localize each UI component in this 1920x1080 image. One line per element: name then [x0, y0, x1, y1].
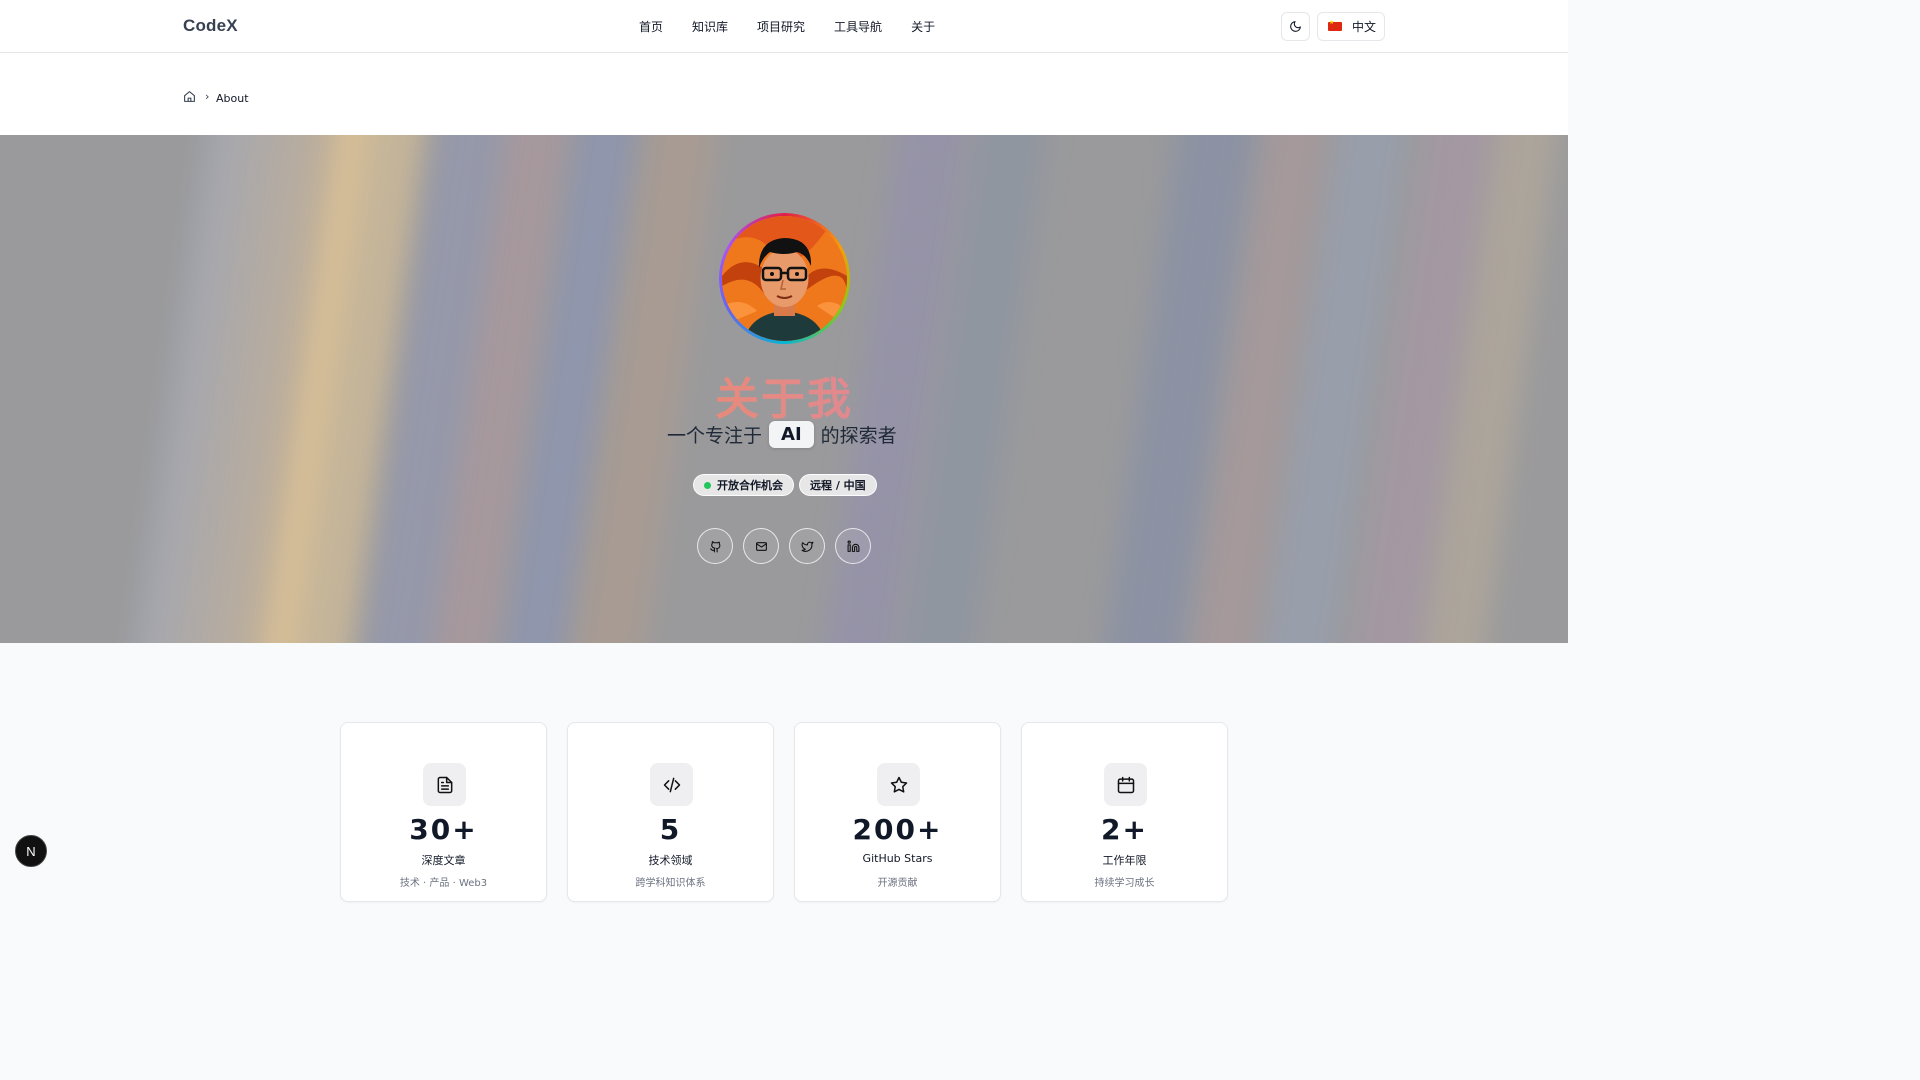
email-link[interactable] [743, 528, 779, 564]
breadcrumb-current: About [216, 92, 249, 105]
stat-card-domains: 5 技术领域 跨学科知识体系 [567, 722, 774, 902]
github-link[interactable] [697, 528, 733, 564]
nav-item-about[interactable]: 关于 [911, 18, 935, 35]
document-icon [423, 763, 466, 806]
stat-value: 2+ [1101, 813, 1148, 846]
star-icon [877, 763, 920, 806]
main-nav: 首页 知识库 项目研究 工具导航 关于 [639, 18, 964, 35]
nav-item-knowledge-base[interactable]: 知识库 [692, 18, 728, 35]
page-title: 关于我 [0, 363, 1568, 427]
location-label: 远程 / 中国 [810, 479, 866, 492]
stat-value: 30+ [409, 813, 478, 846]
chevron-right-icon: › [205, 90, 210, 103]
language-label: 中文 [1352, 20, 1377, 34]
status-dot-icon [704, 481, 711, 489]
linkedin-icon [847, 540, 859, 552]
stat-description: 持续学习成长 [1094, 878, 1155, 889]
nav-item-tool-navigation[interactable]: 工具导航 [834, 18, 882, 35]
stat-description: 技术 · 产品 · Web3 [399, 878, 488, 889]
stat-value: 200+ [852, 813, 943, 846]
stat-card-years: 2+ 工作年限 持续学习成长 [1021, 722, 1228, 902]
theme-toggle-button[interactable] [1281, 12, 1310, 41]
stat-label: 技术领域 [648, 854, 693, 867]
linkedin-link[interactable] [835, 528, 871, 564]
stat-description: 开源贡献 [877, 878, 918, 889]
avatar [719, 213, 850, 344]
twitter-icon [801, 541, 813, 552]
mail-icon [755, 541, 767, 551]
hero-content: 关于我 一个专注于 AI 的探索者 开放合作机会 远程 / 中国 [0, 135, 1568, 643]
stat-label: 工作年限 [1102, 854, 1147, 867]
github-icon [709, 540, 720, 552]
hero-section: 关于我 一个专注于 AI 的探索者 开放合作机会 远程 / 中国 [0, 135, 1568, 643]
hero-subtitle: 一个专注于 AI 的探索者 [667, 421, 897, 448]
stat-card-github-stars: 200+ GitHub Stars 开源贡献 [794, 722, 1001, 902]
china-flag-icon [1328, 19, 1342, 31]
subtitle-suffix: 的探索者 [820, 425, 897, 447]
code-icon [650, 763, 693, 806]
moon-icon [1290, 21, 1301, 32]
location-badge: 远程 / 中国 [799, 474, 877, 496]
stat-label: GitHub Stars [862, 852, 933, 865]
stat-value: 5 [659, 813, 682, 846]
availability-label: 开放合作机会 [717, 479, 783, 492]
nav-item-home[interactable]: 首页 [639, 18, 663, 35]
site-header: CodeX 首页 知识库 项目研究 工具导航 关于 中文 [0, 0, 1568, 53]
stat-description: 跨学科知识体系 [635, 878, 706, 889]
stat-label: 深度文章 [421, 854, 466, 867]
subtitle-prefix: 一个专注于 [667, 425, 763, 447]
nav-item-project-research[interactable]: 项目研究 [757, 18, 805, 35]
home-icon[interactable] [183, 90, 196, 103]
availability-badge: 开放合作机会 [693, 474, 794, 496]
subtitle-highlight: AI [769, 421, 814, 448]
twitter-link[interactable] [789, 528, 825, 564]
avatar-illustration [722, 216, 847, 341]
site-logo[interactable]: CodeX [183, 16, 238, 36]
breadcrumb: › About [0, 53, 1568, 135]
stat-card-articles: 30+ 深度文章 技术 · 产品 · Web3 [340, 722, 547, 902]
calendar-icon [1104, 763, 1147, 806]
language-selector[interactable]: 中文 [1317, 12, 1385, 41]
dev-tools-badge[interactable]: N [15, 835, 47, 867]
